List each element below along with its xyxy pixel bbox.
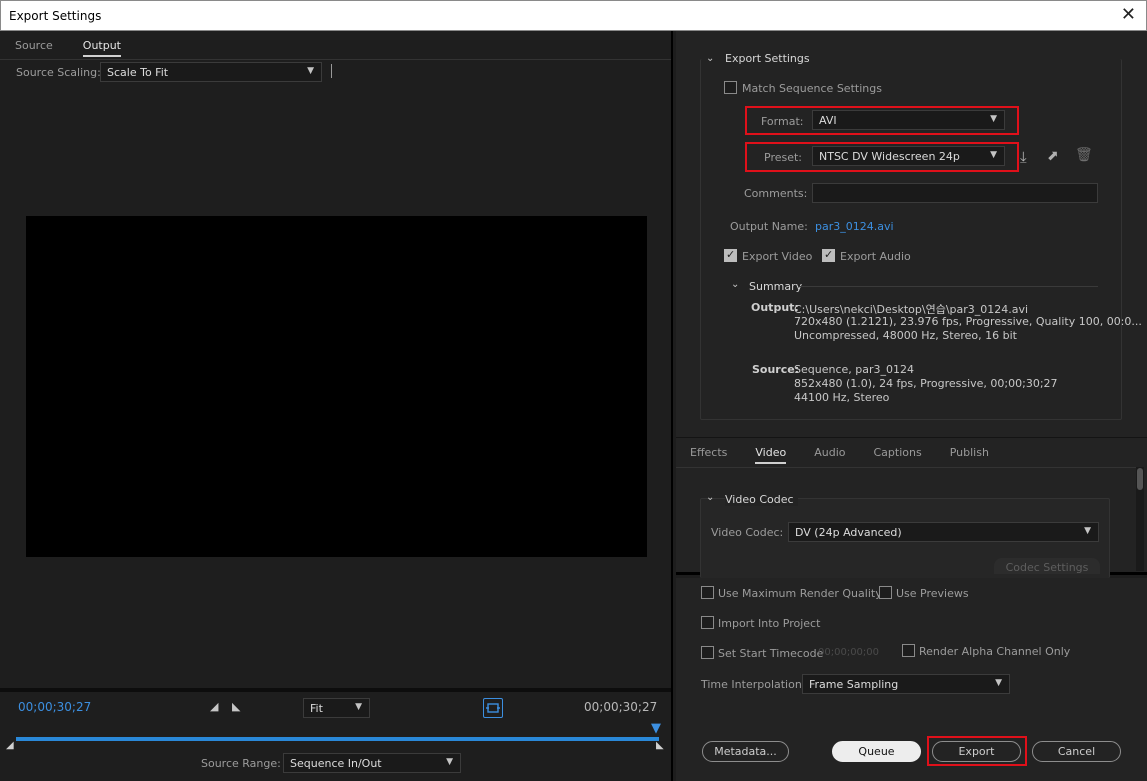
- save-preset-icon[interactable]: ⤓: [1020, 148, 1027, 166]
- source-range-label: Source Range:: [201, 757, 281, 770]
- output-name-label: Output Name:: [730, 220, 808, 233]
- output-name-link[interactable]: par3_0124.avi: [815, 220, 894, 233]
- tab-video[interactable]: Video: [741, 438, 800, 466]
- codec-settings-button[interactable]: Codec Settings: [994, 558, 1100, 574]
- mark-in-icon[interactable]: ◢: [210, 700, 218, 713]
- divider: [331, 64, 332, 78]
- summary-output-audio: Uncompressed, 48000 Hz, Stereo, 16 bit: [794, 329, 1017, 342]
- comments-input[interactable]: [812, 183, 1098, 203]
- chevron-down-icon[interactable]: ⌄: [706, 492, 714, 503]
- summary-output-video: 720x480 (1.2121), 23.976 fps, Progressiv…: [794, 315, 1142, 328]
- summary-source-video: 852x480 (1.0), 24 fps, Progressive, 00;0…: [794, 377, 1058, 390]
- preview-panel: Source Output Source Scaling: Scale To F…: [0, 31, 673, 781]
- summary-source-audio: 44100 Hz, Stereo: [794, 391, 890, 404]
- cancel-button[interactable]: Cancel: [1032, 741, 1121, 762]
- use-previews-checkbox[interactable]: [879, 586, 892, 599]
- import-project-label: Import Into Project: [718, 617, 821, 630]
- in-point-icon[interactable]: ◢: [6, 740, 14, 751]
- chevron-down-icon: ▼: [990, 114, 997, 124]
- export-video-checkbox[interactable]: [724, 248, 737, 262]
- current-timecode[interactable]: 00;00;30;27: [18, 700, 91, 714]
- chevron-down-icon[interactable]: ⌄: [731, 279, 739, 290]
- start-timecode-label: Set Start Timecode: [718, 647, 824, 660]
- export-audio-checkbox[interactable]: [822, 248, 835, 262]
- duration-timecode: 00;00;30;27: [584, 700, 658, 714]
- time-interpolation-select[interactable]: Frame Sampling ▼: [802, 674, 1010, 694]
- video-codec-label: Video Codec:: [711, 526, 784, 539]
- summary-source-label: Source:: [752, 363, 800, 376]
- tab-output[interactable]: Output: [68, 31, 136, 59]
- preview-tabs: Source Output: [0, 31, 136, 59]
- import-preset-icon[interactable]: ⬈: [1047, 148, 1059, 164]
- use-previews-label: Use Previews: [896, 587, 969, 600]
- divider: [0, 59, 671, 60]
- chevron-down-icon: ▼: [995, 678, 1002, 688]
- match-sequence-label: Match Sequence Settings: [742, 82, 882, 95]
- tab-source[interactable]: Source: [0, 31, 68, 59]
- summary-output-label: Output:: [751, 301, 799, 314]
- video-codec-title: Video Codec: [725, 493, 798, 506]
- close-icon[interactable]: ✕: [1121, 5, 1136, 25]
- queue-button[interactable]: Queue: [832, 741, 921, 762]
- render-alpha-label: Render Alpha Channel Only: [919, 645, 1071, 658]
- format-select[interactable]: AVI ▼: [812, 110, 1005, 130]
- time-interpolation-label: Time Interpolation:: [701, 678, 806, 691]
- source-range-select[interactable]: Sequence In/Out ▼: [283, 753, 461, 773]
- export-settings-panel: ⌄ Export Settings Match Sequence Setting…: [676, 31, 1147, 437]
- video-codec-select[interactable]: DV (24p Advanced) ▼: [788, 522, 1099, 542]
- tab-effects[interactable]: Effects: [676, 438, 741, 466]
- summary-title: Summary: [749, 280, 803, 293]
- chevron-down-icon: ▼: [446, 757, 453, 767]
- match-sequence-checkbox[interactable]: [724, 81, 737, 94]
- settings-tabs: Effects Video Audio Captions Publish: [676, 438, 1003, 466]
- max-render-quality-label: Use Maximum Render Quality: [718, 587, 882, 600]
- tab-publish[interactable]: Publish: [936, 438, 1003, 466]
- video-preview: [26, 216, 647, 557]
- window-title: Export Settings: [9, 9, 102, 23]
- chevron-down-icon: ▼: [1084, 526, 1091, 536]
- fit-frame-icon[interactable]: [483, 698, 503, 718]
- divider: [798, 286, 1098, 287]
- video-settings-panel: Effects Video Audio Captions Publish ⌄ V…: [676, 437, 1147, 578]
- format-label: Format:: [761, 115, 804, 128]
- import-project-checkbox[interactable]: [701, 616, 714, 629]
- export-options-panel: Use Maximum Render Quality Use Previews …: [676, 578, 1147, 781]
- max-render-quality-checkbox[interactable]: [701, 586, 714, 599]
- scrollbar[interactable]: [1136, 467, 1144, 571]
- export-button[interactable]: Export: [932, 741, 1021, 762]
- playhead-icon[interactable]: ▼: [651, 721, 661, 736]
- preset-label: Preset:: [764, 151, 803, 164]
- metadata-button[interactable]: Metadata...: [702, 741, 789, 762]
- render-alpha-checkbox[interactable]: [902, 644, 915, 657]
- start-timecode-value: 00;00;00;00: [818, 647, 880, 658]
- divider: [676, 467, 1136, 468]
- trash-icon[interactable]: 🗑: [1075, 147, 1093, 163]
- divider: [0, 688, 671, 692]
- start-timecode-checkbox[interactable]: [701, 646, 714, 659]
- source-scaling-label: Source Scaling:: [16, 66, 101, 79]
- mark-out-icon[interactable]: ◣: [232, 700, 240, 713]
- tab-audio[interactable]: Audio: [800, 438, 859, 466]
- chevron-down-icon: ▼: [355, 702, 362, 712]
- source-scaling-select[interactable]: Scale To Fit ▼: [100, 62, 322, 82]
- zoom-select[interactable]: Fit ▼: [303, 698, 370, 718]
- preset-select[interactable]: NTSC DV Widescreen 24p ▼: [812, 146, 1005, 166]
- out-point-icon[interactable]: ◣: [656, 740, 664, 751]
- timeline-progress[interactable]: [16, 737, 659, 741]
- comments-label: Comments:: [744, 187, 808, 200]
- tab-captions[interactable]: Captions: [859, 438, 935, 466]
- chevron-down-icon: ▼: [990, 150, 997, 160]
- title-bar: Export Settings ✕: [0, 0, 1147, 31]
- chevron-down-icon: ▼: [307, 66, 314, 76]
- export-video-label: Export Video: [742, 250, 813, 263]
- export-audio-label: Export Audio: [840, 250, 911, 263]
- summary-source-name: Sequence, par3_0124: [794, 363, 914, 376]
